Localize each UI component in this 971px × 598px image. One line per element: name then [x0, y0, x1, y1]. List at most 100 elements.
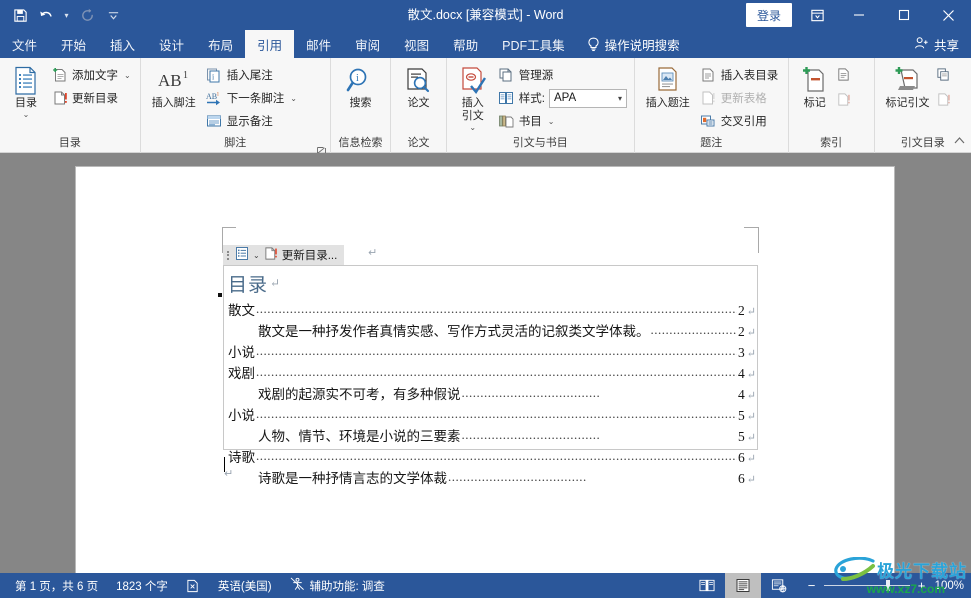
close-button[interactable]	[926, 0, 971, 30]
document-page[interactable]: ⌄ 更新目录... ↵ 目录 ↵ 散文 ....................…	[76, 167, 894, 573]
show-notes-button[interactable]: 显示备注	[202, 110, 301, 132]
tab-home[interactable]: 开始	[49, 30, 98, 58]
tab-view[interactable]: 视图	[392, 30, 441, 58]
zoom-in-button[interactable]: +	[917, 578, 927, 593]
update-toc-button[interactable]: 更新目录	[47, 87, 135, 109]
print-layout-view-button[interactable]	[724, 573, 761, 598]
undo-dropdown-caret[interactable]: ▾	[60, 3, 73, 27]
document-canvas[interactable]: ⌄ 更新目录... ↵ 目录 ↵ 散文 ....................…	[0, 153, 971, 573]
page-indicator[interactable]: 第 1 页，共 6 页	[6, 578, 107, 594]
insert-table-of-figures-button[interactable]: 插入表目录	[696, 64, 783, 86]
toc-entry-row[interactable]: 散文 .....................................…	[228, 299, 756, 320]
tab-references[interactable]: 引用	[245, 30, 295, 58]
footnote-dialog-launcher-icon[interactable]	[316, 143, 326, 155]
chevron-down-icon[interactable]: ⌄	[548, 117, 555, 126]
manage-sources-button[interactable]: 管理源	[494, 64, 631, 86]
update-toc-inline-label[interactable]: 更新目录...	[282, 247, 338, 263]
tab-mailings[interactable]: 邮件	[294, 30, 343, 58]
toc-entry-page: 5	[738, 429, 745, 444]
chevron-down-icon[interactable]: ⌄	[124, 71, 131, 80]
toc-content[interactable]: 目录 ↵ 散文 ................................…	[228, 268, 756, 488]
chevron-down-icon[interactable]: ⌄	[253, 251, 260, 260]
chevron-down-icon[interactable]: ⌄	[23, 111, 30, 119]
tab-pdf-toolkit[interactable]: PDF工具集	[490, 30, 577, 58]
toc-layout-icon[interactable]	[235, 246, 249, 264]
mark-entry-label: 标记	[803, 97, 826, 109]
tab-insert[interactable]: 插入	[98, 30, 147, 58]
word-count[interactable]: 1823 个字	[107, 578, 177, 594]
content-control-grip-icon[interactable]	[227, 250, 231, 260]
zoom-control[interactable]: − +	[797, 578, 935, 593]
index-side-icons	[836, 63, 851, 112]
chevron-down-icon[interactable]: ⌄	[469, 124, 476, 132]
insert-endnote-button[interactable]: i 插入尾注	[202, 64, 301, 86]
toc-entry-page: 4	[738, 387, 745, 402]
toc-entry-row[interactable]: 小说 .....................................…	[228, 404, 756, 425]
pilcrow-mark: ↵	[746, 390, 756, 402]
tab-file[interactable]: 文件	[0, 30, 49, 58]
mark-entry-button[interactable]: 标记	[794, 63, 836, 109]
chevron-down-icon[interactable]: ▾	[618, 94, 622, 103]
accessibility-indicator[interactable]: 辅助功能: 调查	[281, 577, 394, 594]
zoom-slider[interactable]	[823, 580, 910, 591]
toc-entry-row[interactable]: 戏剧的起源实不可考，有多种假说 ........................…	[228, 383, 756, 404]
citation-style-combobox[interactable]: APA ▾	[548, 88, 627, 108]
insert-footnote-button[interactable]: AB 1 插入脚注	[146, 63, 202, 110]
proofing-errors-icon[interactable]	[177, 579, 209, 593]
read-mode-view-button[interactable]	[689, 573, 725, 598]
tab-design[interactable]: 设计	[147, 30, 196, 58]
tell-me-search[interactable]: 操作说明搜索	[577, 30, 690, 58]
toc-entry-page: 4	[738, 366, 745, 381]
undo-icon[interactable]	[34, 3, 58, 27]
bibliography-button[interactable]: 书目 ⌄	[494, 110, 631, 132]
toc-entry-row[interactable]: 诗歌 .....................................…	[228, 446, 756, 467]
toc-entry-row[interactable]: 人物、情节、环境是小说的三要素 ........................…	[228, 425, 756, 446]
insert-table-of-authorities-icon[interactable]	[936, 67, 951, 87]
collapse-ribbon-button[interactable]	[954, 132, 965, 150]
sign-in-button[interactable]: 登录	[745, 3, 792, 27]
zoom-out-button[interactable]: −	[807, 578, 817, 593]
web-layout-view-button[interactable]	[761, 573, 797, 598]
toc-content-control-handle[interactable]: ⌄ 更新目录...	[223, 245, 345, 265]
toc-leader-dots: .....................................	[650, 322, 738, 337]
update-toc-inline-icon[interactable]	[264, 246, 278, 264]
zoom-slider-thumb[interactable]	[885, 580, 890, 591]
tab-help[interactable]: 帮助	[441, 30, 490, 58]
toc-entry-row[interactable]: 戏剧 .....................................…	[228, 362, 756, 383]
research-button[interactable]: i 搜索	[339, 63, 381, 109]
insert-citation-button[interactable]: 插入引文 ⌄	[452, 63, 494, 132]
toc-entry-page: 5	[738, 408, 745, 423]
update-table-icon	[700, 90, 717, 107]
language-indicator[interactable]: 英语(美国)	[209, 578, 281, 594]
minimize-button[interactable]	[836, 0, 881, 30]
pilcrow-mark: ↵	[746, 369, 756, 381]
group-label-captions: 题注	[700, 137, 723, 149]
customize-qat-icon[interactable]	[101, 3, 125, 27]
chevron-down-icon[interactable]: ⌄	[290, 94, 297, 103]
ribbon-group-citations: 插入引文 ⌄ 管理源 样式: APA ▾ 书目 ⌄ 引文与书目	[445, 58, 634, 153]
toc-entry-row[interactable]: 诗歌是一种抒情言志的文学体裁 .........................…	[228, 467, 756, 488]
share-button[interactable]: 共享	[914, 30, 971, 58]
insert-index-icon[interactable]	[836, 67, 851, 87]
tab-layout[interactable]: 布局	[196, 30, 245, 58]
add-text-button[interactable]: 添加文字 ⌄	[47, 64, 135, 86]
toc-entry-row[interactable]: 散文是一种抒发作者真情实感、写作方式灵活的记叙类文学体裁。 ..........…	[228, 320, 756, 341]
toc-entry-row[interactable]: 小说 .....................................…	[228, 341, 756, 362]
maximize-restore-button[interactable]	[881, 0, 926, 30]
mark-citation-button[interactable]: 标记引文	[880, 63, 936, 110]
redo-icon[interactable]	[75, 3, 99, 27]
toc-button[interactable]: 目录 ⌄	[5, 63, 47, 119]
cross-reference-button[interactable]: 交叉引用	[696, 110, 783, 132]
ribbon-display-options-icon[interactable]	[798, 0, 836, 30]
mark-citation-label: 标记引文	[885, 97, 930, 109]
paper-check-button[interactable]: 论文	[397, 63, 439, 109]
next-footnote-button[interactable]: AB 1 下一条脚注 ⌄	[202, 87, 301, 109]
update-table-of-authorities-icon	[936, 92, 951, 112]
lightbulb-icon	[587, 37, 600, 52]
insert-caption-button[interactable]: 插入题注	[640, 63, 696, 110]
zoom-percentage[interactable]: 100%	[935, 580, 971, 592]
save-icon[interactable]	[8, 3, 32, 27]
title-bar: ▾ 散文.docx [兼容模式] - Word 登录	[0, 0, 971, 30]
ribbon-group-toc: 目录 ⌄ 添加文字 ⌄ 更新目录 目录	[0, 58, 140, 153]
tab-review[interactable]: 审阅	[343, 30, 392, 58]
